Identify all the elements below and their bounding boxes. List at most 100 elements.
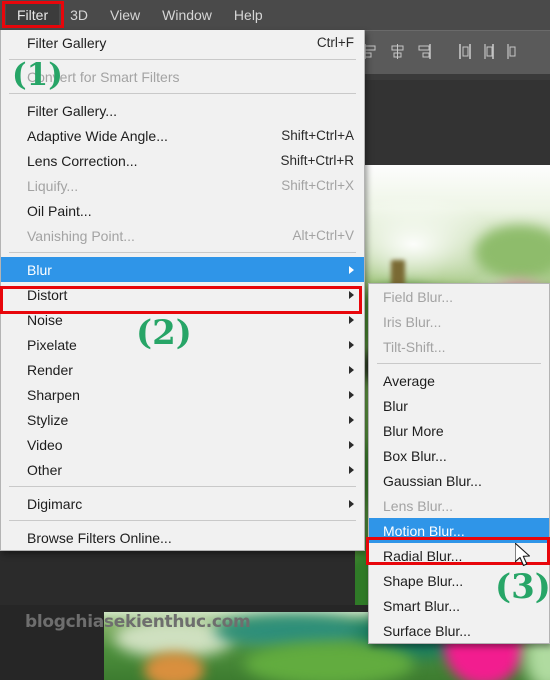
submenu-item-surface-blur[interactable]: Surface Blur... (369, 618, 549, 643)
menu-item-label: Digimarc (27, 495, 83, 512)
distribute-right-icon[interactable] (506, 43, 518, 65)
menu-item-label: Stylize (27, 411, 69, 428)
menu-item-label: Noise (27, 311, 63, 328)
menu-item-pixelate[interactable]: Pixelate (1, 332, 364, 357)
menu-item-label: Render (27, 361, 73, 378)
submenu-item-label: Field Blur... (383, 288, 454, 305)
submenu-item-gaussian-blur[interactable]: Gaussian Blur... (369, 468, 549, 493)
submenu-item-label: Surface Blur... (383, 622, 471, 639)
submenu-item-label: Blur More (383, 422, 444, 439)
menu-item-label: Filter Gallery (27, 34, 107, 51)
submenu-arrow-icon (349, 365, 354, 374)
menu-item-shortcut: Shift+Ctrl+X (281, 178, 354, 193)
menu-item-stylize[interactable]: Stylize (1, 407, 364, 432)
menu-item-shortcut: Ctrl+F (316, 35, 354, 50)
menu-item-label: Liquify... (27, 177, 79, 194)
submenu-arrow-icon (349, 390, 354, 399)
menu-item-video[interactable]: Video (1, 432, 364, 457)
blur-submenu: Field Blur... Iris Blur... Tilt-Shift... Av… (368, 283, 550, 644)
menu-item-label: Convert for Smart Filters (27, 68, 180, 85)
document-chrome-area (355, 80, 550, 165)
submenu-item-label: Smart Blur... (383, 597, 461, 614)
submenu-item-label: Average (383, 372, 435, 389)
menu-item-label: Pixelate (27, 336, 77, 353)
menu-item-label: Browse Filters Online... (27, 529, 172, 546)
menu-separator (9, 93, 356, 94)
menu-item-noise[interactable]: Noise (1, 307, 364, 332)
menu-item-vanishing-point: Vanishing Point... Alt+Ctrl+V (1, 223, 364, 248)
menu-item-label: Vanishing Point... (27, 227, 135, 244)
menu-item-render[interactable]: Render (1, 357, 364, 382)
menu-item-shortcut: Shift+Ctrl+A (281, 128, 354, 143)
submenu-item-label: Radial Blur... (383, 547, 463, 564)
options-bar (355, 30, 550, 75)
submenu-item-label: Gaussian Blur... (383, 472, 482, 489)
submenu-item-label: Iris Blur... (383, 313, 442, 330)
align-horizontal-centers-icon[interactable] (389, 43, 406, 65)
menu-separator (9, 486, 356, 487)
menu-item-label: Filter Gallery... (27, 102, 117, 119)
submenu-arrow-icon (349, 440, 354, 449)
filter-dropdown-menu: Filter Gallery Ctrl+F Convert for Smart Fi… (0, 30, 365, 551)
menubar-item-window[interactable]: Window (151, 3, 223, 28)
distribute-left-icon[interactable] (458, 43, 473, 65)
submenu-item-smart-blur[interactable]: Smart Blur... (369, 593, 549, 618)
menu-item-label: Oil Paint... (27, 202, 92, 219)
menu-item-sharpen[interactable]: Sharpen (1, 382, 364, 407)
submenu-item-box-blur[interactable]: Box Blur... (369, 443, 549, 468)
menu-item-digimarc[interactable]: Digimarc (1, 491, 364, 516)
submenu-arrow-icon (349, 265, 354, 274)
menu-separator (9, 520, 356, 521)
photoshop-window: blogchiasekienthuc.com Filter 3D View Windo… (0, 0, 550, 680)
menu-separator (9, 252, 356, 253)
menu-item-distort[interactable]: Distort (1, 282, 364, 307)
submenu-arrow-icon (349, 465, 354, 474)
submenu-item-iris-blur: Iris Blur... (369, 309, 549, 334)
submenu-item-label: Box Blur... (383, 447, 447, 464)
submenu-item-motion-blur[interactable]: Motion Blur... (369, 518, 549, 543)
menu-item-label: Video (27, 436, 63, 453)
menubar-item-help[interactable]: Help (223, 3, 274, 28)
submenu-arrow-icon (349, 290, 354, 299)
align-left-edges-icon[interactable] (363, 43, 380, 65)
submenu-item-lens-blur: Lens Blur... (369, 493, 549, 518)
submenu-item-label: Tilt-Shift... (383, 338, 446, 355)
menu-item-other[interactable]: Other (1, 457, 364, 482)
align-right-edges-icon[interactable] (415, 43, 432, 65)
submenu-arrow-icon (349, 315, 354, 324)
menubar-item-view[interactable]: View (99, 3, 151, 28)
menu-item-oil-paint[interactable]: Oil Paint... (1, 198, 364, 223)
menu-item-label: Sharpen (27, 386, 80, 403)
menu-item-label: Adaptive Wide Angle... (27, 127, 168, 144)
submenu-item-blur[interactable]: Blur (369, 393, 549, 418)
distribute-center-icon[interactable] (482, 43, 497, 65)
submenu-item-average[interactable]: Average (369, 368, 549, 393)
submenu-separator (377, 363, 541, 364)
menu-item-label: Distort (27, 286, 68, 303)
menu-item-shortcut: Alt+Ctrl+V (292, 228, 354, 243)
menu-bar: Filter 3D View Window Help (0, 0, 550, 30)
submenu-item-label: Motion Blur... (383, 522, 465, 539)
menu-item-shortcut: Shift+Ctrl+R (280, 153, 354, 168)
submenu-item-shape-blur[interactable]: Shape Blur... (369, 568, 549, 593)
submenu-item-radial-blur[interactable]: Radial Blur... (369, 543, 549, 568)
menu-item-filter-gallery[interactable]: Filter Gallery Ctrl+F (1, 30, 364, 55)
submenu-arrow-icon (349, 340, 354, 349)
menu-separator (9, 59, 356, 60)
menu-item-filter-gallery[interactable]: Filter Gallery... (1, 98, 364, 123)
menu-item-label: Lens Correction... (27, 152, 138, 169)
menu-item-browse-filters-online[interactable]: Browse Filters Online... (1, 525, 364, 550)
submenu-item-label: Blur (383, 397, 408, 414)
submenu-item-tilt-shift: Tilt-Shift... (369, 334, 549, 359)
submenu-arrow-icon (349, 415, 354, 424)
submenu-item-label: Shape Blur... (383, 572, 464, 589)
filter-menu-red-highlight (2, 1, 64, 28)
menu-item-convert-for-smart-filters: Convert for Smart Filters (1, 64, 364, 89)
menubar-item-3d[interactable]: 3D (59, 3, 99, 28)
menu-item-lens-correction[interactable]: Lens Correction... Shift+Ctrl+R (1, 148, 364, 173)
align-distribute-icon-group (355, 41, 550, 67)
submenu-item-blur-more[interactable]: Blur More (369, 418, 549, 443)
options-bar-shadow (355, 74, 550, 80)
menu-item-blur[interactable]: Blur (1, 257, 364, 282)
menu-item-adaptive-wide-angle[interactable]: Adaptive Wide Angle... Shift+Ctrl+A (1, 123, 364, 148)
